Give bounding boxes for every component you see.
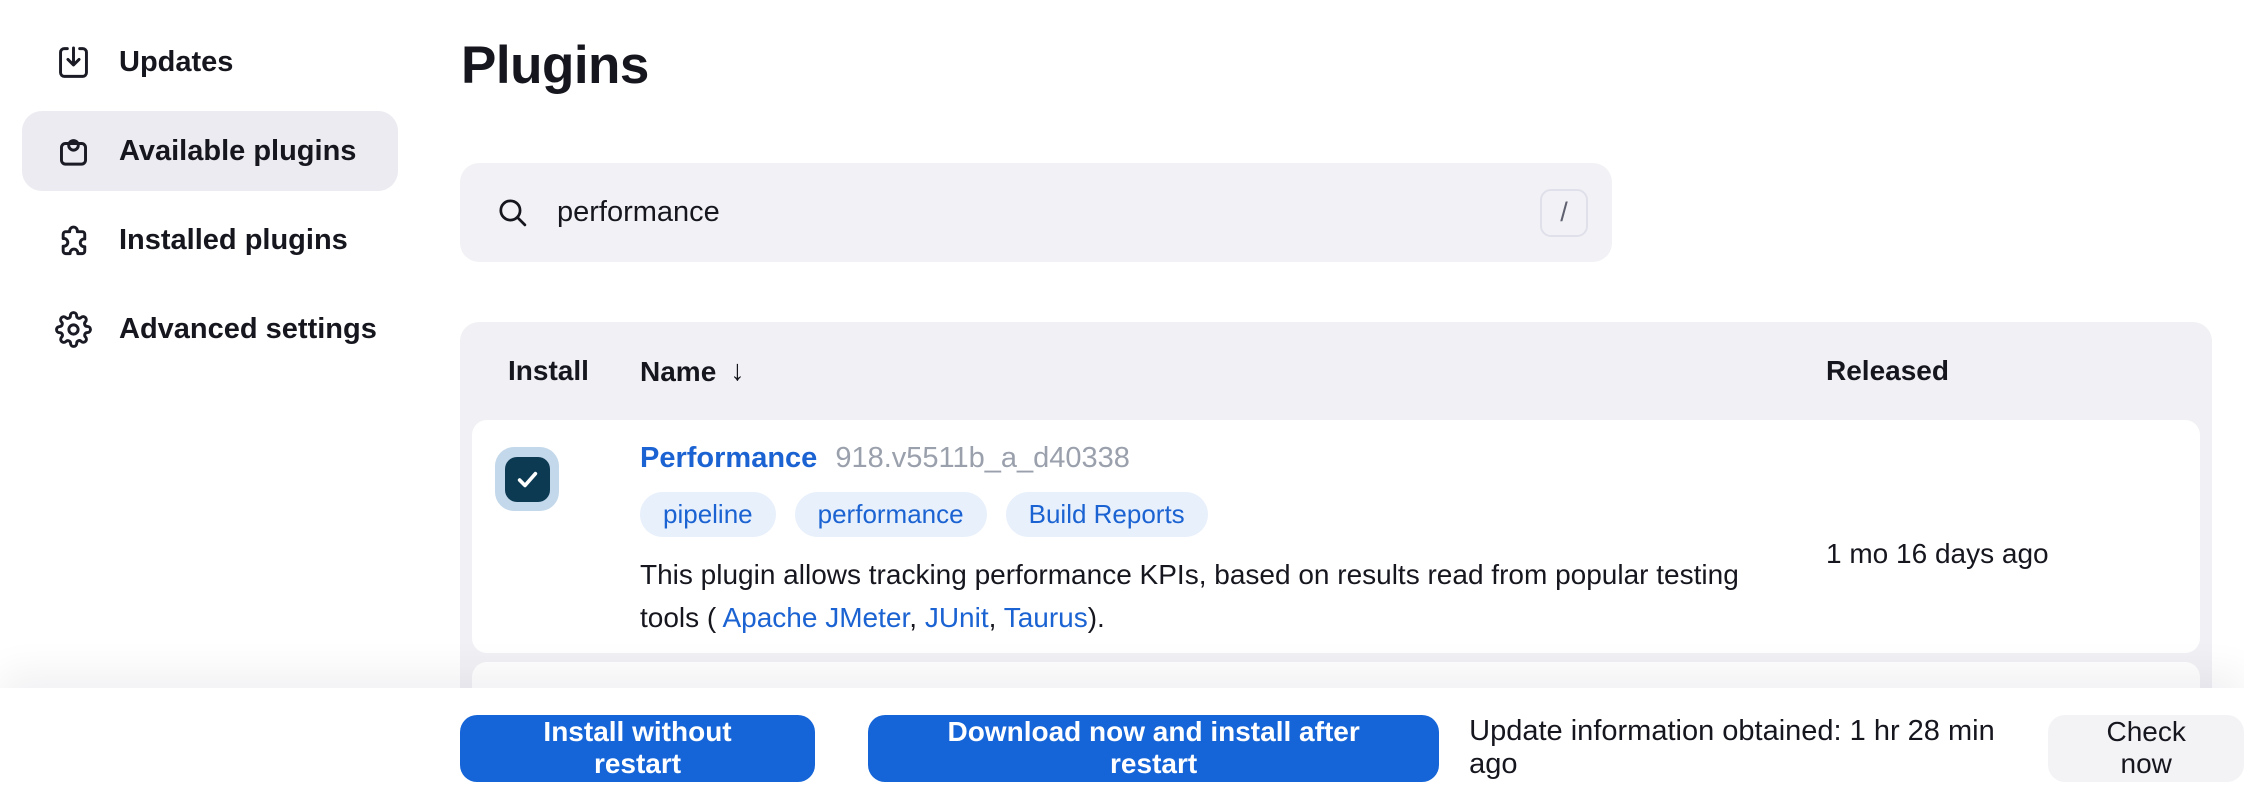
search-input[interactable]	[555, 195, 1540, 230]
install-checkbox[interactable]	[495, 447, 559, 511]
gear-icon	[55, 311, 92, 348]
sidebar-item-installed-plugins[interactable]: Installed plugins	[22, 200, 398, 280]
link-junit[interactable]: JUnit	[925, 602, 989, 633]
tag-build-reports[interactable]: Build Reports	[1006, 492, 1208, 537]
install-without-restart-button[interactable]: Install without restart	[460, 715, 815, 782]
sidebar-item-label: Installed plugins	[119, 224, 348, 257]
plugin-released-value: 1 mo 16 days ago	[1826, 538, 2049, 570]
keyboard-shortcut-badge: /	[1540, 189, 1588, 237]
link-apache-jmeter[interactable]: Apache JMeter	[722, 602, 909, 633]
plugin-tags: pipeline performance Build Reports	[640, 492, 1760, 537]
sidebar-item-label: Updates	[119, 46, 233, 79]
tag-performance[interactable]: performance	[795, 492, 987, 537]
sort-descending-icon: ↓	[730, 355, 745, 388]
page-title: Plugins	[461, 34, 649, 98]
sidebar-item-label: Available plugins	[119, 135, 356, 168]
download-icon	[55, 44, 92, 81]
plugin-name-link[interactable]: Performance	[640, 442, 817, 475]
plugin-manager-sidebar: Updates Available plugins Installed plug…	[22, 22, 398, 369]
table-header-row: Install Name ↓ Released	[460, 322, 2212, 420]
link-taurus[interactable]: Taurus	[1004, 602, 1088, 633]
download-install-after-restart-button[interactable]: Download now and install after restart	[868, 715, 1439, 782]
column-header-install: Install	[508, 355, 589, 387]
sidebar-item-available-plugins[interactable]: Available plugins	[22, 111, 398, 191]
checkbox-checked	[505, 457, 550, 502]
puzzle-icon	[55, 222, 92, 259]
sidebar-item-label: Advanced settings	[119, 313, 377, 346]
plugin-version: 918.v5511b_a_d40338	[835, 442, 1130, 475]
column-header-name[interactable]: Name ↓	[640, 355, 745, 388]
shopping-bag-icon	[55, 133, 92, 170]
check-icon	[514, 466, 541, 493]
column-header-released: Released	[1826, 355, 1949, 387]
update-info-text: Update information obtained: 1 hr 28 min…	[1469, 715, 2030, 781]
sidebar-item-advanced-settings[interactable]: Advanced settings	[22, 289, 398, 369]
plugin-name-cell: Performance 918.v5511b_a_d40338 pipeline…	[640, 442, 1760, 639]
plugin-search-bar: /	[460, 163, 1612, 262]
sidebar-item-updates[interactable]: Updates	[22, 22, 398, 102]
tag-pipeline[interactable]: pipeline	[640, 492, 776, 537]
check-now-button[interactable]: Check now	[2048, 715, 2244, 782]
install-action-bar: Install without restart Download now and…	[0, 688, 2244, 808]
plugin-description: This plugin allows tracking performance …	[640, 553, 1740, 639]
plugin-row-performance: Performance 918.v5511b_a_d40338 pipeline…	[472, 420, 2200, 653]
search-icon	[496, 196, 529, 229]
